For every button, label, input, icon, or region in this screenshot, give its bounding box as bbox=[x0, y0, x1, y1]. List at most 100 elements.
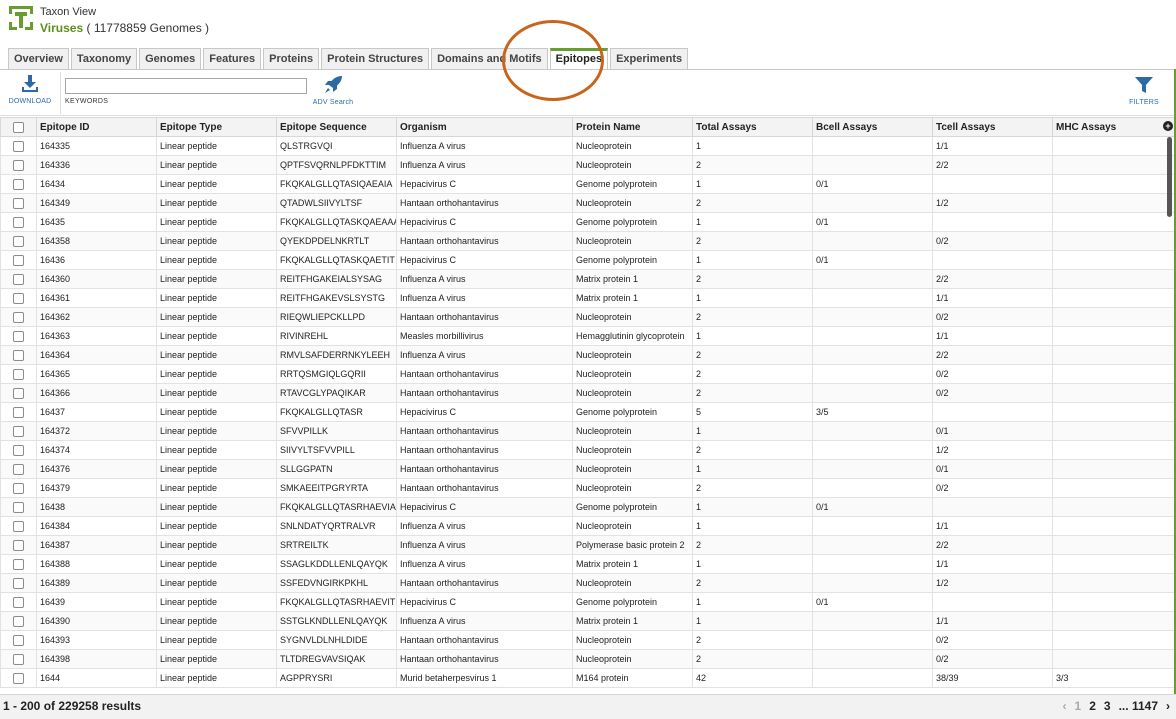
page-3-link[interactable]: 3 bbox=[1104, 699, 1111, 713]
row-checkbox[interactable] bbox=[13, 216, 24, 228]
table-row[interactable]: 164390 Linear peptide SSTGLKNDLLENLQAYQK In… bbox=[0, 611, 1174, 631]
table-row[interactable]: 164366 Linear peptide RTAVCGLYPAQIKAR Hanta… bbox=[0, 383, 1174, 403]
row-checkbox[interactable] bbox=[13, 463, 24, 475]
filters-button[interactable]: FILTERS bbox=[1124, 75, 1164, 106]
tab-domains-and-motifs[interactable]: Domains and Motifs bbox=[431, 48, 548, 69]
row-checkbox[interactable] bbox=[13, 349, 24, 361]
row-checkbox[interactable] bbox=[13, 482, 24, 494]
plus-circle-icon[interactable]: + bbox=[1163, 121, 1173, 131]
table-row[interactable]: 164363 Linear peptide RIVINREHL Measles mor… bbox=[0, 326, 1174, 346]
table-row[interactable]: 164360 Linear peptide REITFHGAKEIALSYSAG In… bbox=[0, 269, 1174, 289]
row-checkbox[interactable] bbox=[13, 273, 24, 285]
table-row[interactable]: 1644 Linear peptide AGPPRYSRI Murid betaher… bbox=[0, 668, 1174, 688]
row-checkbox[interactable] bbox=[13, 330, 24, 342]
table-row[interactable]: 164358 Linear peptide QYEKDPDELNKRTLT Hanta… bbox=[0, 231, 1174, 251]
table-row[interactable]: 164387 Linear peptide SRTREILTK Influenza A… bbox=[0, 535, 1174, 555]
select-all-checkbox[interactable] bbox=[13, 121, 24, 133]
table-row[interactable]: 164349 Linear peptide QTADWLSIIVYLTSF Hanta… bbox=[0, 193, 1174, 213]
download-icon bbox=[22, 75, 38, 92]
scrollbar-track[interactable] bbox=[1166, 136, 1174, 694]
table-row[interactable]: 164384 Linear peptide SNLNDATYQRTRALVR Infl… bbox=[0, 516, 1174, 536]
row-checkbox[interactable] bbox=[13, 539, 24, 551]
table-row[interactable]: 16436 Linear peptide FKQKALGLLQTASKQAETIT H… bbox=[0, 250, 1174, 270]
tab-epitopes[interactable]: Epitopes bbox=[549, 48, 609, 69]
row-checkbox[interactable] bbox=[13, 615, 24, 627]
table-row[interactable]: 164388 Linear peptide SSAGLKDDLLENLQAYQK In… bbox=[0, 554, 1174, 574]
table-row[interactable]: 16438 Linear peptide FKQKALGLLQTASRHAEVIA H… bbox=[0, 497, 1174, 517]
row-checkbox[interactable] bbox=[13, 159, 24, 171]
table-row[interactable]: 164389 Linear peptide SSFEDVNGIRKPKHL Hanta… bbox=[0, 573, 1174, 593]
page-last-link[interactable]: 1147 bbox=[1132, 699, 1158, 713]
row-checkbox[interactable] bbox=[13, 672, 24, 684]
row-checkbox[interactable] bbox=[13, 653, 24, 665]
column-header-epitope-type[interactable]: Epitope Type bbox=[156, 117, 277, 137]
table-row[interactable]: 164374 Linear peptide SIIVYLTSFVVPILL Hanta… bbox=[0, 440, 1174, 460]
table-row[interactable]: 164398 Linear peptide TLTDREGVAVSIQAK Hanta… bbox=[0, 649, 1174, 669]
row-checkbox[interactable] bbox=[13, 235, 24, 247]
table-row[interactable]: 16435 Linear peptide FKQKALGLLQTASKQAEAAA H… bbox=[0, 212, 1174, 232]
tab-genomes[interactable]: Genomes bbox=[139, 48, 202, 69]
row-checkbox[interactable] bbox=[13, 406, 24, 418]
row-checkbox[interactable] bbox=[13, 178, 24, 190]
row-checkbox[interactable] bbox=[13, 634, 24, 646]
row-checkbox[interactable] bbox=[13, 140, 24, 152]
row-checkbox[interactable] bbox=[13, 596, 24, 608]
row-checkbox[interactable] bbox=[13, 501, 24, 513]
row-checkbox[interactable] bbox=[13, 444, 24, 456]
download-button[interactable]: DOWNLOAD bbox=[6, 74, 54, 105]
table-row[interactable]: 164362 Linear peptide RIEQWLIEPCKLLPD Hanta… bbox=[0, 307, 1174, 327]
row-checkbox[interactable] bbox=[13, 387, 24, 399]
table-row[interactable]: 164365 Linear peptide RRTQSMGIQLGQRII Hanta… bbox=[0, 364, 1174, 384]
tab-protein-structures[interactable]: Protein Structures bbox=[321, 48, 430, 69]
column-header-bcell-assays[interactable]: Bcell Assays bbox=[812, 117, 933, 137]
cell-protein-name: Genome polyprotein bbox=[572, 497, 693, 517]
table-row[interactable]: 164393 Linear peptide SYGNVLDLNHLDIDE Hanta… bbox=[0, 630, 1174, 650]
tab-proteins[interactable]: Proteins bbox=[263, 48, 320, 69]
tab-overview[interactable]: Overview bbox=[8, 48, 69, 69]
row-checkbox[interactable] bbox=[13, 254, 24, 266]
tab-experiments[interactable]: Experiments bbox=[610, 48, 689, 69]
table-row[interactable]: 16437 Linear peptide FKQKALGLLQTASR Hepaciv… bbox=[0, 402, 1174, 422]
table-row[interactable]: 16439 Linear peptide FKQKALGLLQTASRHAEVIT H… bbox=[0, 592, 1174, 612]
table-row[interactable]: 164336 Linear peptide QPTFSVQRNLPFDKTTIM In… bbox=[0, 155, 1174, 175]
row-checkbox[interactable] bbox=[13, 425, 24, 437]
taxon-name[interactable]: Viruses bbox=[40, 21, 83, 35]
column-header-mhc-assays[interactable]: MHC Assays bbox=[1052, 117, 1174, 137]
cell-epitope-type: Linear peptide bbox=[156, 497, 277, 517]
row-checkbox[interactable] bbox=[13, 292, 24, 304]
cell-mhc-assays bbox=[1052, 345, 1174, 365]
row-checkbox[interactable] bbox=[13, 311, 24, 323]
row-checkbox[interactable] bbox=[13, 520, 24, 532]
cell-total-assays: 1 bbox=[692, 212, 813, 232]
table-row[interactable]: 164376 Linear peptide SLLGGPATN Hantaan ort… bbox=[0, 459, 1174, 479]
column-header-epitope-id[interactable]: Epitope ID bbox=[36, 117, 157, 137]
table-row[interactable]: 164372 Linear peptide SFVVPILLK Hantaan ort… bbox=[0, 421, 1174, 441]
row-checkbox[interactable] bbox=[13, 558, 24, 570]
next-page-button[interactable]: › bbox=[1166, 699, 1170, 713]
table-row[interactable]: 164335 Linear peptide QLSTRGVQI Influenza A… bbox=[0, 136, 1174, 156]
column-header-protein-name[interactable]: Protein Name bbox=[572, 117, 693, 137]
tab-taxonomy[interactable]: Taxonomy bbox=[70, 48, 138, 69]
column-header-epitope-sequence[interactable]: Epitope Sequence bbox=[276, 117, 397, 137]
prev-page-button[interactable]: ‹ bbox=[1063, 699, 1067, 713]
keywords-input[interactable] bbox=[65, 78, 307, 94]
column-header-tcell-assays[interactable]: Tcell Assays bbox=[932, 117, 1053, 137]
row-checkbox[interactable] bbox=[13, 197, 24, 209]
cell-protein-name: Genome polyprotein bbox=[572, 174, 693, 194]
cell-mhc-assays bbox=[1052, 459, 1174, 479]
column-header-organism[interactable]: Organism bbox=[396, 117, 573, 137]
column-header-total-assays[interactable]: Total Assays bbox=[692, 117, 813, 137]
table-row[interactable]: 164364 Linear peptide RMVLSAFDERRNKYLEEH In… bbox=[0, 345, 1174, 365]
adv-search-button[interactable]: ADV Search bbox=[308, 75, 358, 106]
scrollbar-thumb[interactable] bbox=[1167, 137, 1172, 217]
table-row[interactable]: 16434 Linear peptide FKQKALGLLQTASIQAEAIA H… bbox=[0, 174, 1174, 194]
table-row[interactable]: 164361 Linear peptide REITFHGAKEVSLSYSTG In… bbox=[0, 288, 1174, 308]
row-checkbox[interactable] bbox=[13, 577, 24, 589]
cell-organism: Influenza A virus bbox=[396, 155, 573, 175]
page-2-link[interactable]: 2 bbox=[1089, 699, 1096, 713]
cell-total-assays: 2 bbox=[692, 364, 813, 384]
row-checkbox[interactable] bbox=[13, 368, 24, 380]
table-row[interactable]: 164379 Linear peptide SMKAEEITPGRYRTA Hanta… bbox=[0, 478, 1174, 498]
tab-features[interactable]: Features bbox=[203, 48, 262, 69]
cell-bcell-assays bbox=[812, 155, 933, 175]
